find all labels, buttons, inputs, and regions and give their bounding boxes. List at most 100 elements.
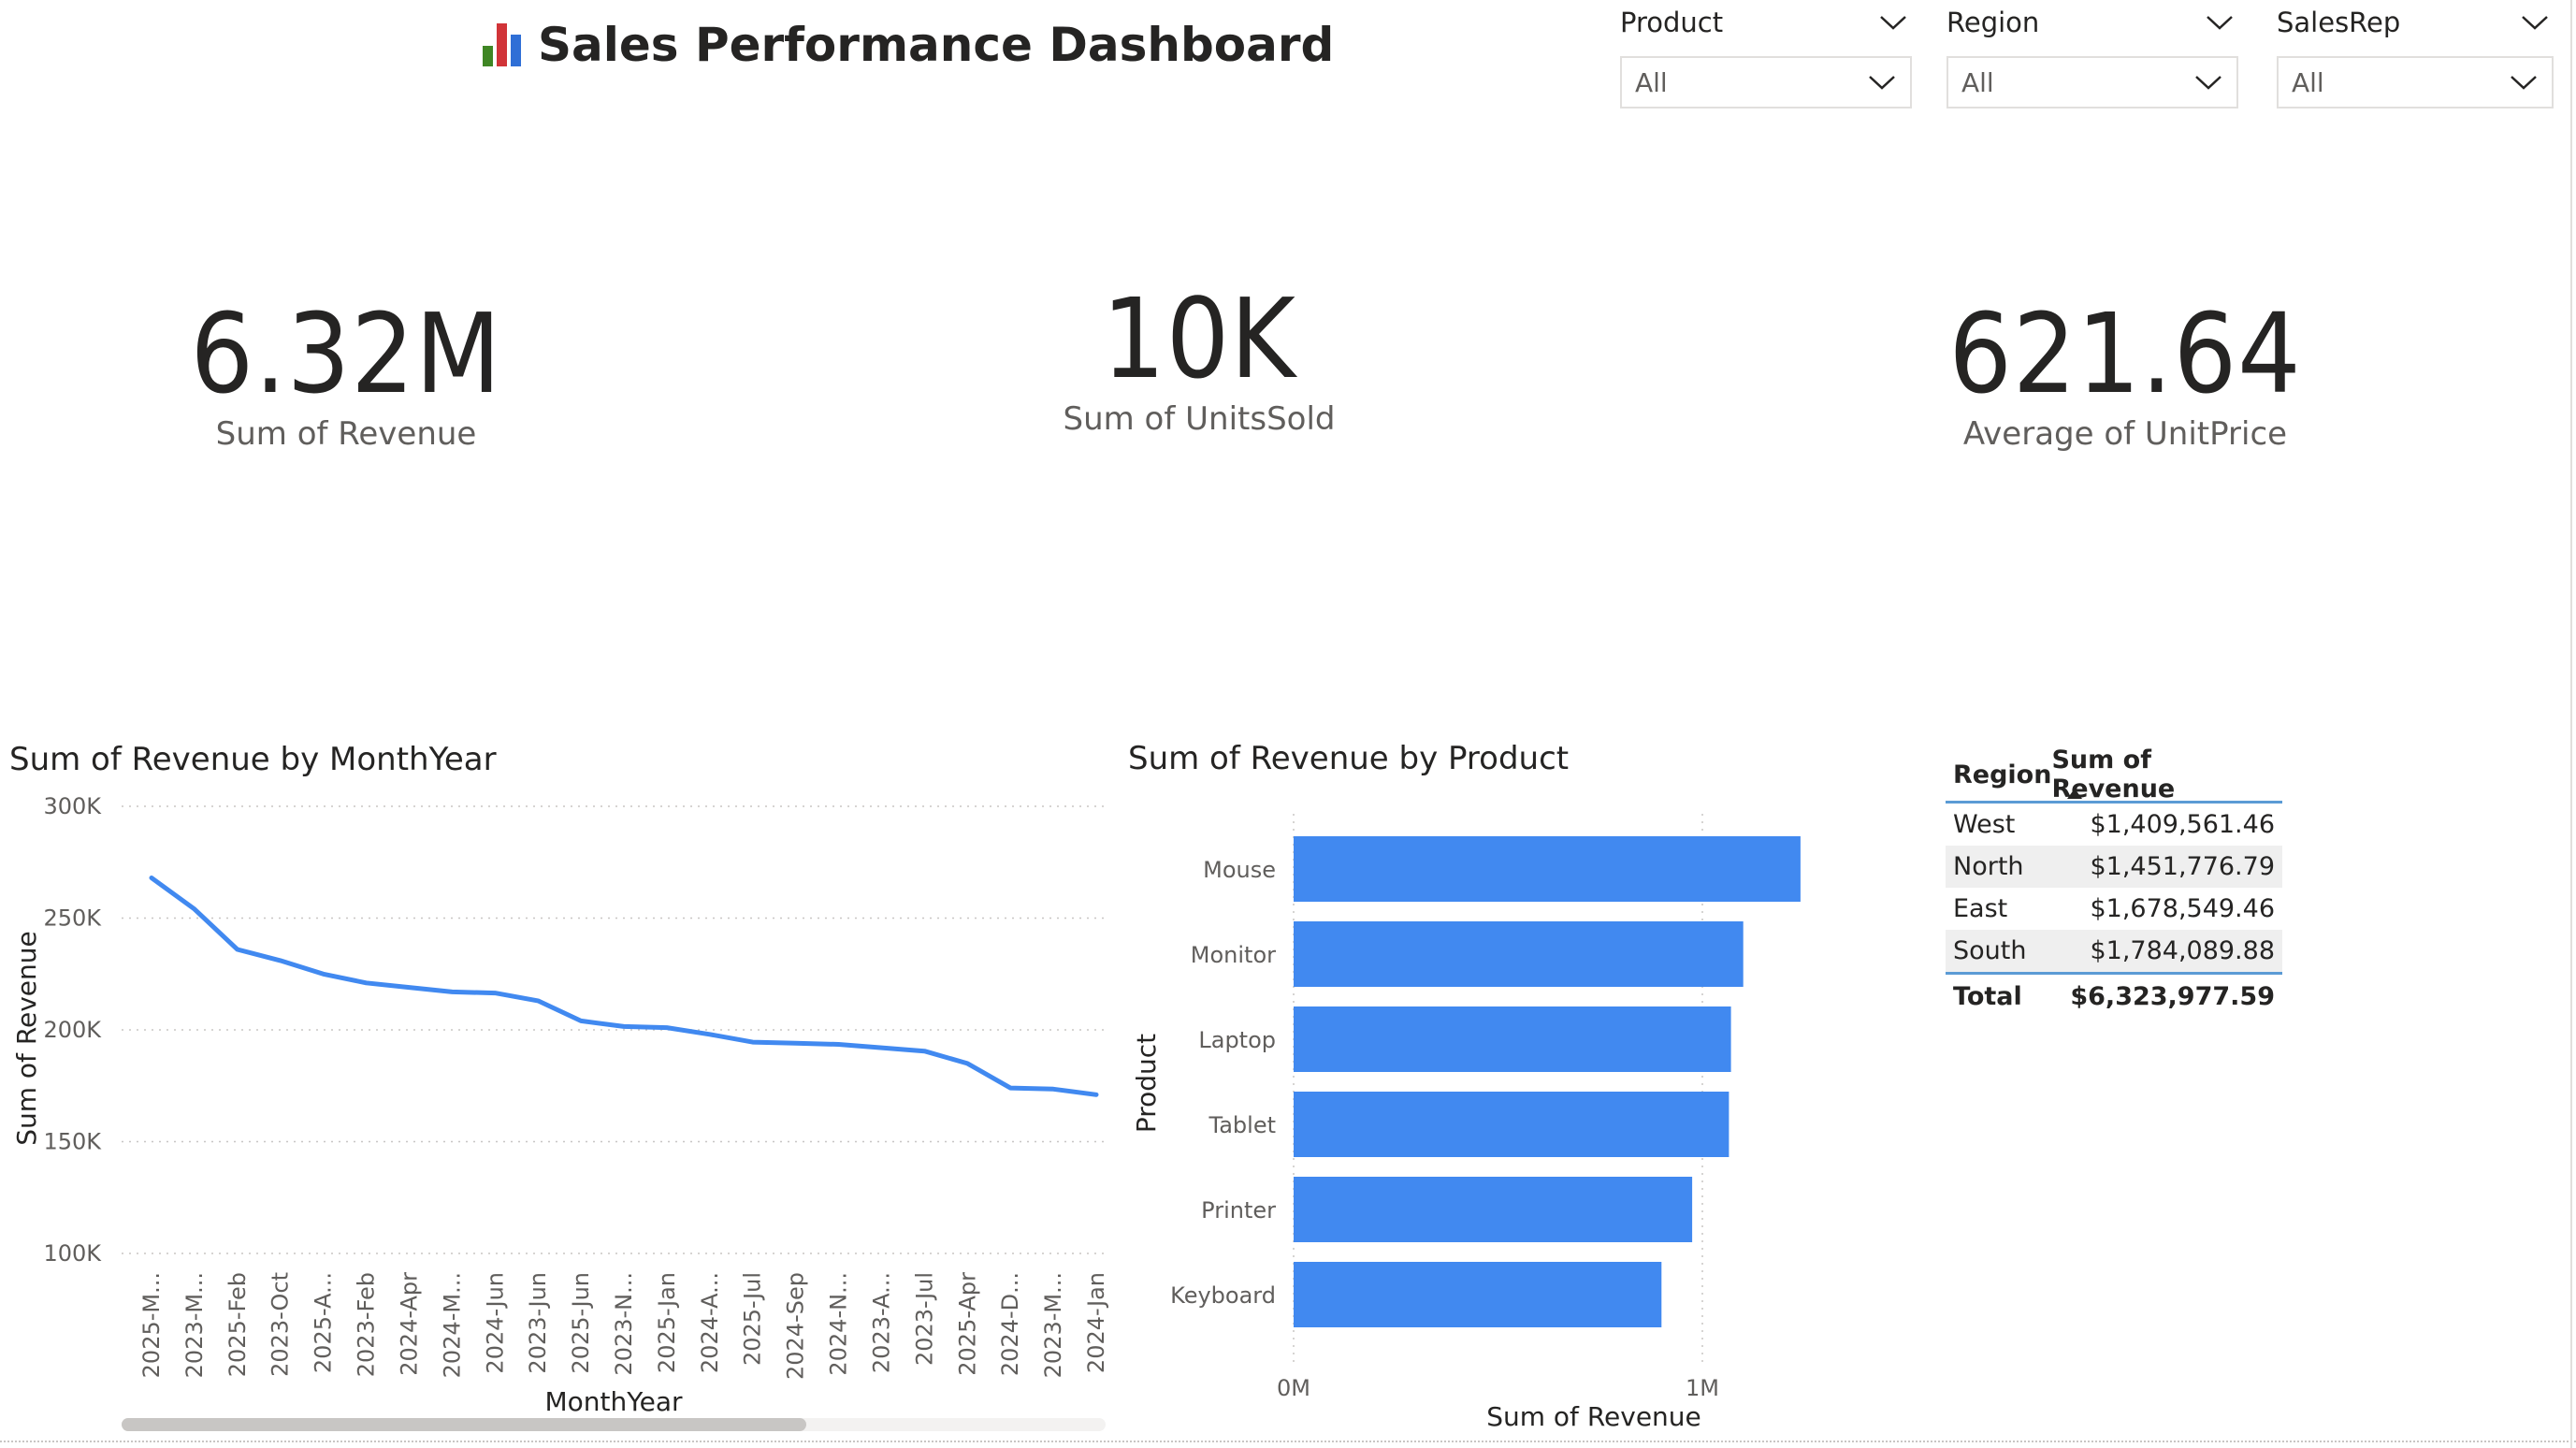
- bar-chart[interactable]: MouseMonitorLaptopTabletPrinterKeyboard …: [1122, 786, 1852, 1441]
- region-revenue-table[interactable]: Region Sum of Revenue West $1,409,561.46…: [1946, 746, 2282, 1018]
- slicer-region-dropdown[interactable]: All: [1946, 56, 2238, 109]
- table-total-row: Total $6,323,977.59: [1946, 972, 2282, 1018]
- line-chart-x-tick: 2025-Jan: [654, 1272, 680, 1373]
- kpi-revenue-value: 6.32M: [190, 289, 502, 418]
- slicer-product[interactable]: Product All: [1620, 6, 1912, 109]
- slicer-region[interactable]: Region All: [1946, 6, 2238, 109]
- slicer-product-header[interactable]: Product: [1620, 6, 1912, 39]
- table-row[interactable]: North $1,451,776.79: [1946, 846, 2282, 888]
- chevron-down-icon[interactable]: [2205, 13, 2235, 32]
- bar-chart-x-axis-title: Sum of Revenue: [1486, 1401, 1701, 1432]
- line-chart-y-tick: 100K: [43, 1240, 102, 1267]
- slicer-salesrep-label: SalesRep: [2277, 7, 2401, 38]
- table-total-value: $6,323,977.59: [2070, 981, 2275, 1011]
- kpi-card-units[interactable]: 10K Sum of UnitsSold: [937, 282, 1461, 438]
- line-chart-x-tick: 2023-M...: [1040, 1272, 1066, 1378]
- table-header-revenue[interactable]: Sum of Revenue: [2051, 746, 2275, 804]
- line-chart-x-tick: 2023-Feb: [354, 1272, 380, 1377]
- kpi-unitprice-value: 621.64: [1948, 289, 2302, 418]
- bar-chart-y-axis-title: Product: [1131, 1034, 1162, 1133]
- bar-tablet[interactable]: [1294, 1092, 1729, 1157]
- bar-chart-x-tick: 1M: [1686, 1375, 1719, 1401]
- line-chart-x-tick: 2025-Feb: [224, 1272, 251, 1377]
- table-cell-revenue: $1,451,776.79: [2090, 852, 2275, 881]
- line-chart[interactable]: 100K 150K 200K 250K 300K 2025-M... 2023-M... 2…: [0, 786, 1122, 1441]
- bar-keyboard[interactable]: [1294, 1262, 1662, 1327]
- line-chart-x-tick: 2024-M...: [439, 1272, 465, 1378]
- line-chart-x-tick: 2023-N...: [611, 1272, 637, 1376]
- slicer-region-label: Region: [1946, 7, 2040, 38]
- slicer-salesrep-dropdown[interactable]: All: [2277, 56, 2554, 109]
- horizontal-scrollbar-thumb[interactable]: [122, 1418, 806, 1431]
- line-chart-x-tick: 2023-Jul: [911, 1272, 937, 1366]
- table-row[interactable]: West $1,409,561.46: [1946, 804, 2282, 846]
- bar-chart-y-label: Printer: [1201, 1197, 1276, 1224]
- table-total-label: Total: [1953, 981, 2022, 1011]
- slicer-salesrep-header[interactable]: SalesRep: [2277, 6, 2554, 39]
- table-cell-revenue: $1,409,561.46: [2090, 810, 2275, 839]
- page-bottom-divider: [0, 1441, 2576, 1442]
- table-row[interactable]: South $1,784,089.88: [1946, 930, 2282, 972]
- bar-chart-icon-bar-2: [497, 23, 507, 66]
- table-body: West $1,409,561.46 North $1,451,776.79 E…: [1946, 804, 2282, 972]
- line-chart-x-tick: 2024-Jun: [482, 1272, 508, 1374]
- line-chart-x-tick: 2025-Jun: [568, 1272, 594, 1374]
- table-cell-revenue: $1,784,089.88: [2090, 936, 2275, 965]
- bar-laptop[interactable]: [1294, 1006, 1731, 1072]
- line-chart-y-tick: 200K: [43, 1017, 102, 1043]
- line-chart-x-tick: 2024-Apr: [396, 1272, 422, 1376]
- bar-chart-y-label: Tablet: [1208, 1112, 1276, 1138]
- kpi-units-label: Sum of UnitsSold: [1063, 400, 1336, 438]
- chevron-down-icon[interactable]: [2193, 73, 2223, 92]
- bar-chart-icon-bar-1: [483, 46, 493, 66]
- line-chart-x-tick: 2023-Jun: [525, 1272, 551, 1374]
- table-cell-region: West: [1953, 810, 2016, 839]
- page-right-edge: [2570, 0, 2572, 1448]
- bar-monitor[interactable]: [1294, 921, 1744, 987]
- line-chart-x-tick: 2025-A...: [311, 1272, 337, 1373]
- dashboard-header: Sales Performance Dashboard: [483, 17, 1334, 73]
- table-cell-region: East: [1953, 894, 2008, 923]
- slicer-salesrep-value: All: [2292, 66, 2324, 98]
- line-chart-x-tick: 2025-Jul: [740, 1272, 766, 1366]
- bar-chart-x-tick: 0M: [1277, 1375, 1310, 1401]
- table-header-region[interactable]: Region: [1953, 760, 2051, 789]
- line-chart-title: Sum of Revenue by MonthYear: [9, 741, 497, 778]
- kpi-revenue-label: Sum of Revenue: [215, 415, 477, 453]
- line-chart-x-axis-title: MonthYear: [544, 1386, 683, 1417]
- kpi-unitprice-label: Average of UnitPrice: [1962, 415, 2288, 453]
- chevron-down-icon[interactable]: [1867, 73, 1897, 92]
- bar-printer[interactable]: [1294, 1177, 1693, 1242]
- table-header: Region Sum of Revenue: [1946, 746, 2282, 804]
- slicer-region-value: All: [1961, 66, 1994, 98]
- line-chart-y-tick: 150K: [43, 1129, 102, 1155]
- chevron-down-icon[interactable]: [2520, 13, 2550, 32]
- bar-chart-icon: [483, 23, 521, 66]
- kpi-card-revenue[interactable]: 6.32M Sum of Revenue: [84, 297, 608, 453]
- bar-chart-y-label: Keyboard: [1170, 1282, 1276, 1309]
- slicer-salesrep[interactable]: SalesRep All: [2277, 6, 2554, 109]
- slicer-region-header[interactable]: Region: [1946, 6, 2238, 39]
- bar-chart-y-label: Monitor: [1191, 942, 1276, 968]
- line-chart-x-tick: 2024-N...: [826, 1272, 852, 1376]
- line-chart-x-tick: 2024-D...: [997, 1272, 1023, 1376]
- line-chart-x-tick: 2024-Jan: [1083, 1272, 1109, 1373]
- kpi-card-unitprice[interactable]: 621.64 Average of UnitPrice: [1863, 297, 2387, 453]
- sort-ascending-icon[interactable]: [2067, 789, 2082, 799]
- line-chart-x-tick: 2023-A...: [868, 1272, 894, 1373]
- line-chart-x-tick: 2025-M...: [138, 1272, 165, 1378]
- slicer-product-dropdown[interactable]: All: [1620, 56, 1912, 109]
- table-cell-revenue: $1,678,549.46: [2090, 894, 2275, 923]
- chevron-down-icon[interactable]: [2509, 73, 2539, 92]
- table-row[interactable]: East $1,678,549.46: [1946, 888, 2282, 930]
- page-title: Sales Performance Dashboard: [538, 18, 1335, 72]
- table-cell-region: South: [1953, 936, 2027, 965]
- line-chart-x-tick: 2023-Oct: [268, 1272, 294, 1377]
- line-series-revenue[interactable]: [149, 876, 1099, 1097]
- kpi-units-value: 10K: [1102, 274, 1296, 403]
- bar-chart-y-label: Mouse: [1203, 857, 1276, 883]
- line-chart-x-tick: 2024-Sep: [783, 1272, 809, 1380]
- bar-mouse[interactable]: [1294, 836, 1801, 902]
- chevron-down-icon[interactable]: [1878, 13, 1908, 32]
- bar-chart-icon-bar-3: [511, 35, 521, 66]
